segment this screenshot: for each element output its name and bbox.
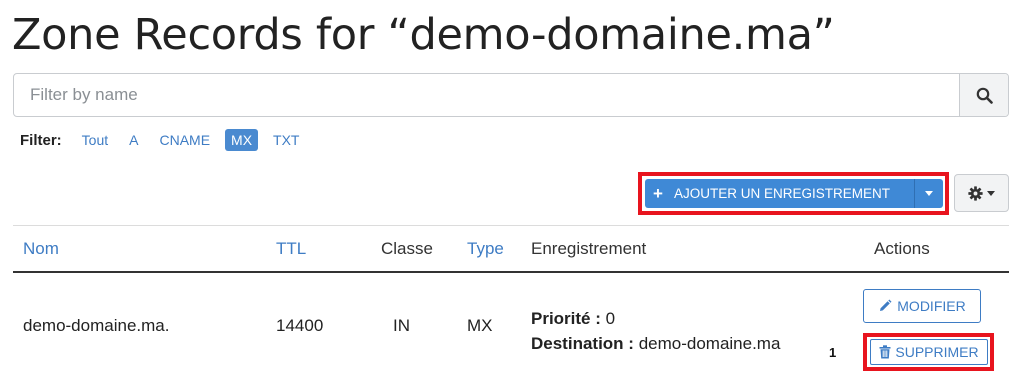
annotation-marker: 1 [829,345,837,360]
record-destination-line: Destination : demo-domaine.ma [531,331,780,356]
caret-down-icon [925,191,933,196]
search-input[interactable] [14,74,959,116]
edit-record-button[interactable]: MODIFIER [863,289,981,323]
add-record-button-group: + AJOUTER UN ENREGISTREMENT [645,179,943,208]
add-record-button[interactable]: + AJOUTER UN ENREGISTREMENT [645,179,914,208]
filter-option-tout[interactable]: Tout [76,129,114,151]
priority-value: 0 [605,309,616,328]
column-header-type[interactable]: Type [467,239,504,259]
caret-down-icon [987,190,995,196]
gear-icon [968,185,983,201]
record-priority-line: Priorité : 0 [531,306,780,331]
delete-record-label: SUPPRIMER [895,344,979,360]
filter-option-cname[interactable]: CNAME [153,129,216,151]
settings-button[interactable] [954,174,1009,212]
column-header-actions: Actions [874,239,930,258]
record-class: IN [393,316,410,335]
filter-label: Filter: [20,131,62,149]
record-details: Priorité : 0 Destination : demo-domaine.… [531,306,780,356]
add-record-dropdown-toggle[interactable] [914,179,943,208]
edit-record-label: MODIFIER [897,298,966,314]
filter-option-a[interactable]: A [123,129,144,151]
pencil-icon [880,299,892,311]
plus-icon: + [653,184,663,203]
page-title: Zone Records for “demo-domaine.ma” [12,10,835,60]
search-button[interactable] [959,74,1008,116]
column-header-ttl[interactable]: TTL [276,239,306,259]
record-ttl: 14400 [276,316,324,335]
column-header-record: Enregistrement [531,239,647,258]
destination-value: demo-domaine.ma [638,334,781,353]
destination-label: Destination : [531,334,634,353]
record-type: MX [467,316,493,335]
add-record-label: AJOUTER UN ENREGISTREMENT [673,186,890,201]
delete-record-button[interactable]: SUPPRIMER [870,339,988,365]
search-bar [13,73,1009,117]
record-name: demo-domaine.ma. [23,316,170,335]
filter-option-mx[interactable]: MX [225,129,259,151]
filter-option-txt[interactable]: TXT [267,129,305,151]
filter-bar: Filter: Tout A CNAME MX TXT [20,128,315,152]
column-header-name[interactable]: Nom [23,239,59,259]
table-header-divider [13,271,1009,273]
priority-label: Priorité : [531,309,601,328]
column-header-class: Classe [381,239,433,258]
table-divider [13,225,1009,226]
trash-icon [879,345,891,359]
search-icon [976,87,993,104]
